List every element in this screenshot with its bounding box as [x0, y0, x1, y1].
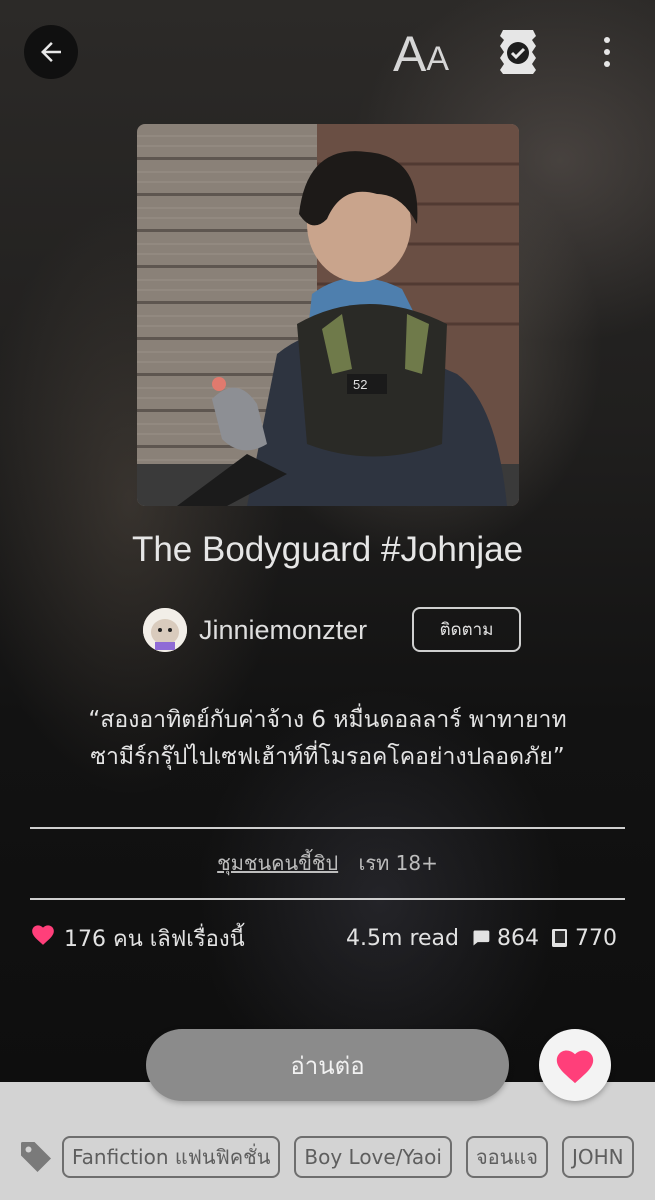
divider-bottom — [30, 898, 625, 900]
story-cover-image: 52 — [137, 124, 519, 506]
love-button[interactable] — [539, 1029, 611, 1101]
font-size-icon-small: A — [426, 40, 450, 78]
chapters-count: 770 — [575, 925, 617, 951]
divider-top — [30, 827, 625, 829]
font-size-button[interactable]: A A — [393, 25, 463, 79]
story-title: The Bodyguard #Johnjae — [131, 530, 524, 569]
font-size-icon-large: A — [393, 26, 427, 82]
continue-reading-button[interactable]: อ่านต่อ — [146, 1029, 509, 1101]
more-options-button[interactable] — [592, 32, 622, 72]
tag-chip[interactable]: JOHN — [561, 1136, 634, 1178]
tag-icon — [21, 1142, 51, 1172]
tag-list: Fanfiction แฟนฟิคชั่น Boy Love/Yaoi จอนแ… — [18, 1135, 655, 1179]
more-vert-icon — [604, 37, 610, 67]
likes-text: 176 คน เลิฟเรื่องนี้ — [64, 926, 245, 952]
tag-chip[interactable]: Fanfiction แฟนฟิคชั่น — [62, 1136, 281, 1178]
top-bar: A A — [0, 0, 655, 105]
author-avatar[interactable] — [143, 608, 187, 652]
tag-chip[interactable]: Boy Love/Yaoi — [294, 1136, 452, 1178]
chapters-book-icon — [552, 929, 567, 947]
comment-icon — [473, 930, 490, 946]
svg-text:52: 52 — [353, 377, 367, 392]
synopsis-line-1: “สองอาทิตย์กับค่าจ้าง 6 หมื่นดอลลาร์ พาท… — [88, 707, 567, 733]
back-button[interactable] — [24, 25, 78, 79]
badge-button[interactable] — [494, 26, 542, 78]
author-row[interactable]: Jinniemonzter — [143, 607, 367, 653]
back-arrow-icon — [41, 42, 61, 62]
badge-check-icon — [500, 30, 536, 74]
community-link[interactable]: ชุมชนคนขี้ชิป — [217, 851, 338, 875]
story-stats: 4.5m read 864 770 — [346, 920, 617, 956]
reads-count: 4.5m read — [346, 925, 459, 951]
author-name[interactable]: Jinniemonzter — [199, 615, 367, 646]
tag-chip[interactable]: จอนแจ — [465, 1136, 548, 1178]
story-synopsis: “สองอาทิตย์กับค่าจ้าง 6 หมื่นดอลลาร์ พาท… — [30, 702, 625, 776]
heart-icon — [32, 925, 54, 945]
synopsis-line-2: ซามีร์กรุ๊ปไปเซฟเฮ้าท์ที่โมรอคโคอย่างปลอ… — [90, 744, 565, 770]
heart-icon — [556, 1050, 594, 1084]
community-row: ชุมชนคนขี้ชิป เรท 18+ — [0, 847, 655, 879]
likes-stat: 176 คน เลิฟเรื่องนี้ — [30, 920, 245, 956]
comments-count: 864 — [497, 925, 539, 951]
follow-button[interactable]: ติดตาม — [412, 607, 521, 652]
rating-label: เรท 18+ — [358, 851, 438, 875]
